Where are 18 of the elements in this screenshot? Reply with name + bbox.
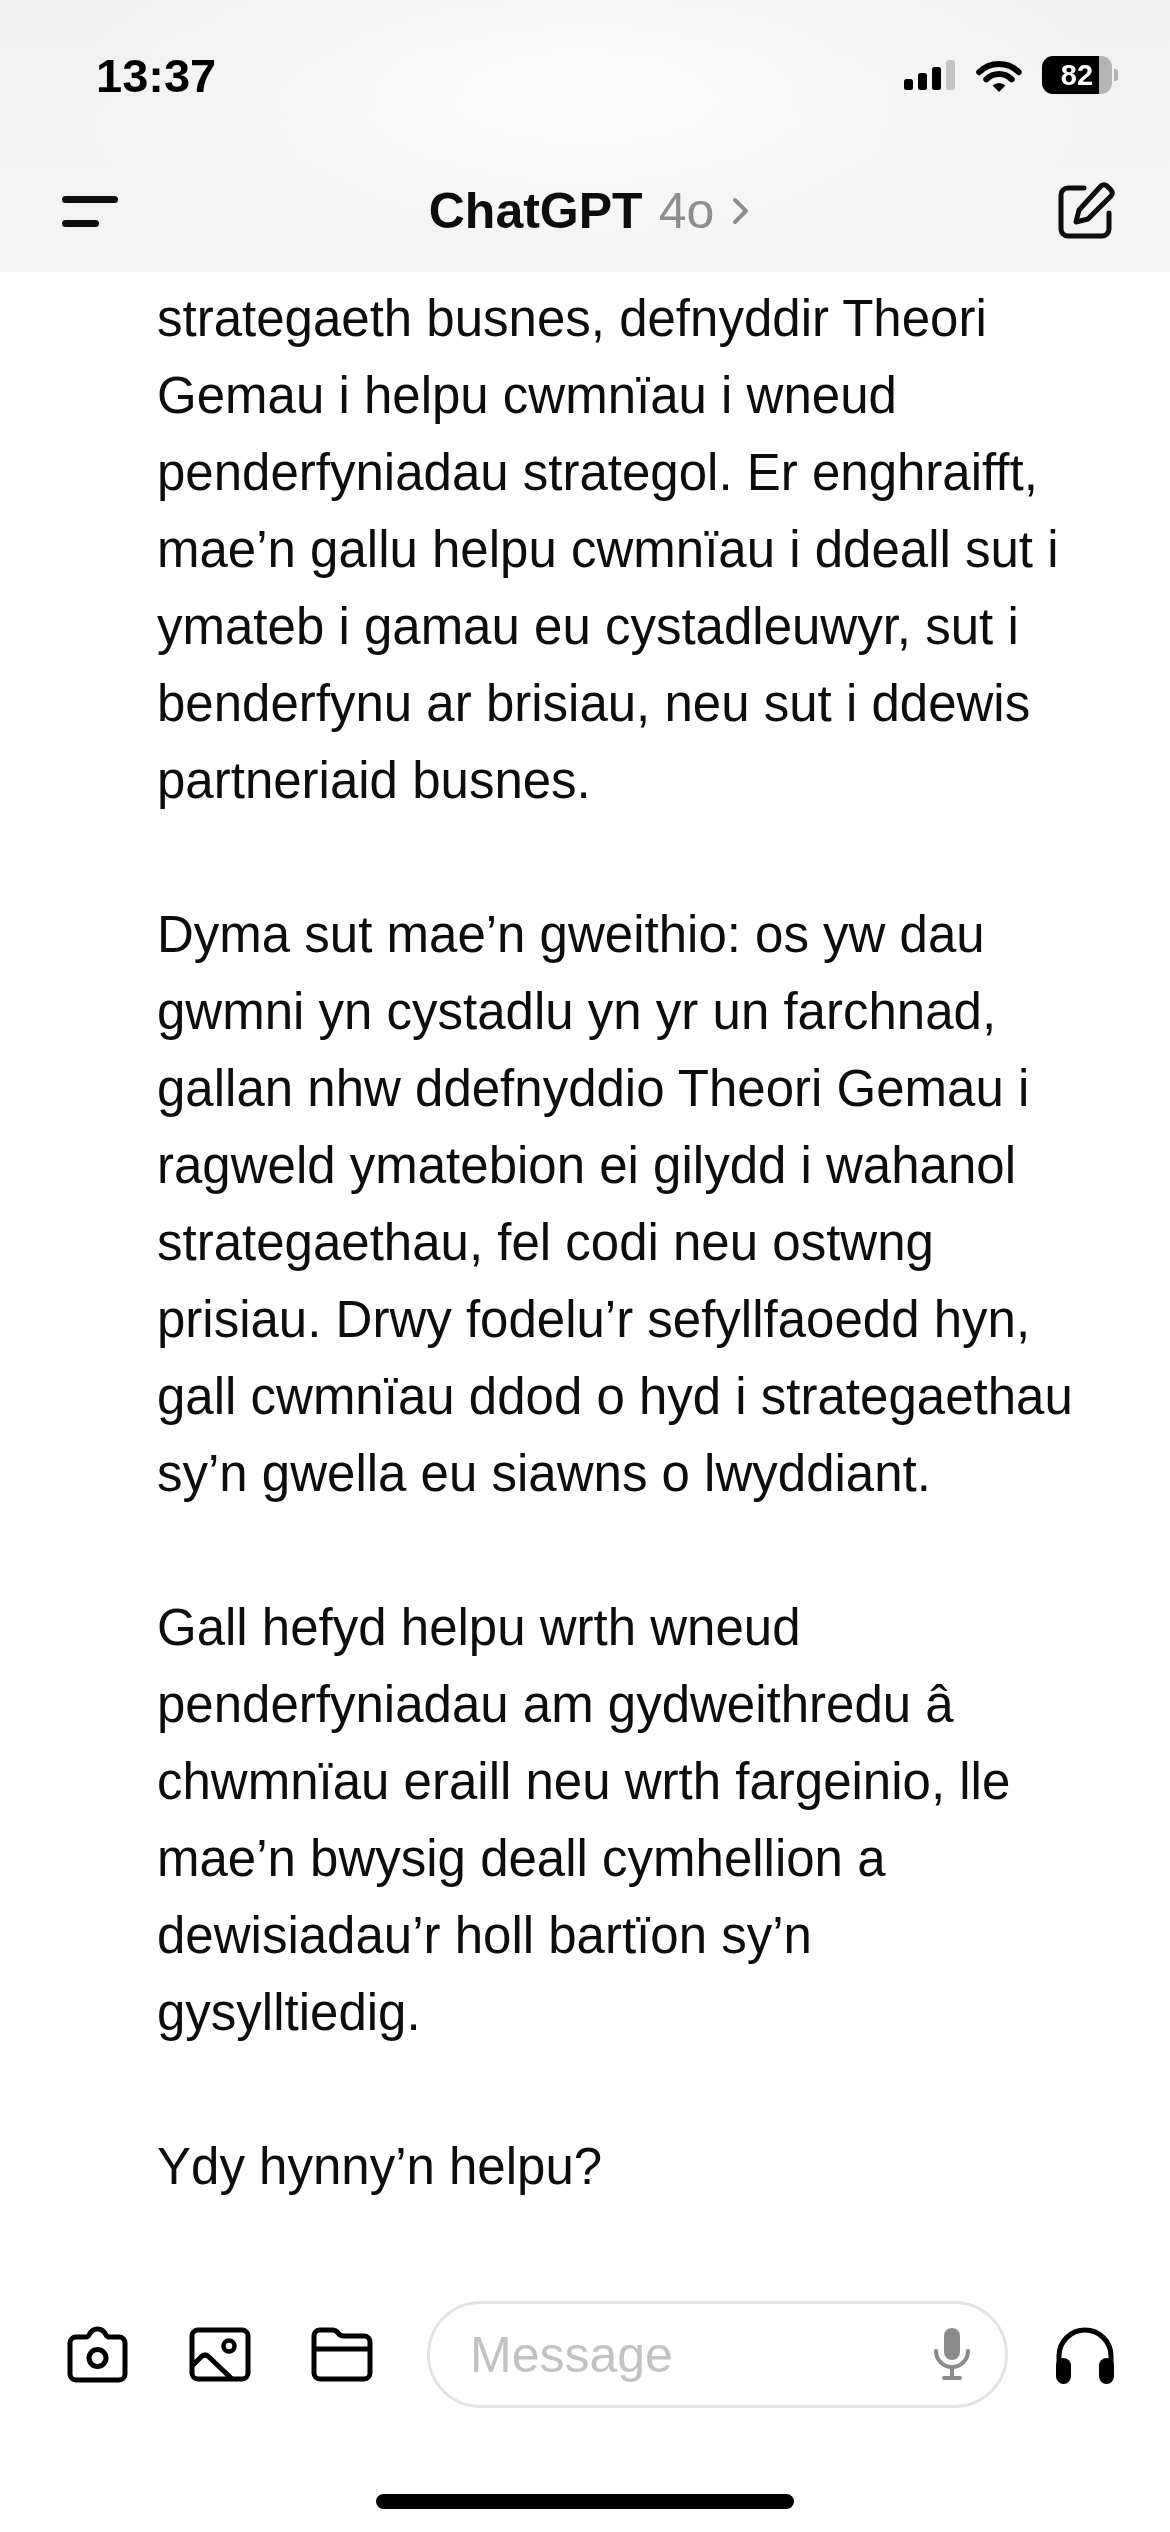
message-paragraph: Ydy hynny’n helpu? bbox=[157, 2137, 603, 2197]
message-paragraph: strategaeth busnes, defnyddir Theori Gemau i helpu cwmnïau i wneud penderfyniadau strategol. Er enghraifft, mae’n gallu helpu cwmnïau i ddeall sut i ymateb i gamau eu cystadleuwyr, sut i benderfynu ar brisiau, neu sut i ddewis partneriaid busnes. bbox=[157, 289, 1059, 811]
microphone-icon[interactable] bbox=[932, 2328, 972, 2381]
headphones-icon[interactable] bbox=[1054, 2325, 1116, 2384]
message-paragraph: Gall hefyd helpu wrth wneud penderfyniadau am gydweithredu â chwmnïau eraill neu wrth fargeinio, lle mae’n bwysig deall cymhellion a dewisiadau’r holl bartïon sy’n gysylltiedig. bbox=[157, 1598, 1011, 2043]
message-input[interactable]: Message bbox=[470, 2324, 912, 2385]
message-field[interactable]: Message bbox=[427, 2301, 1008, 2408]
status-time: 13:37 bbox=[96, 47, 217, 103]
message-paragraph: Dyma sut mae’n gweithio: os yw dau gwmni yn cystadlu yn yr un farchnad, gallan nhw ddefnyddio Theori Gemau i ragweld ymatebion ei gilydd i wahanol strategaethau, fel codi neu ostwng prisiau. Drwy fodelu’r sefyllfaoedd hyn, gall cwmnïau ddod o hyd i strategaethau sy’n gwella eu siawns o lwyddiant. bbox=[157, 905, 1073, 1504]
signal-icon bbox=[904, 60, 956, 90]
battery-indicator: 82 bbox=[1042, 56, 1118, 94]
menu-icon[interactable] bbox=[62, 195, 118, 227]
folder-icon[interactable] bbox=[311, 2327, 373, 2382]
camera-icon[interactable] bbox=[67, 2326, 128, 2383]
chevron-right-icon bbox=[732, 197, 750, 225]
image-icon[interactable] bbox=[189, 2327, 251, 2382]
model-selector-button[interactable]: ChatGPT 4o bbox=[428, 182, 750, 240]
edit-icon[interactable] bbox=[1056, 181, 1116, 241]
